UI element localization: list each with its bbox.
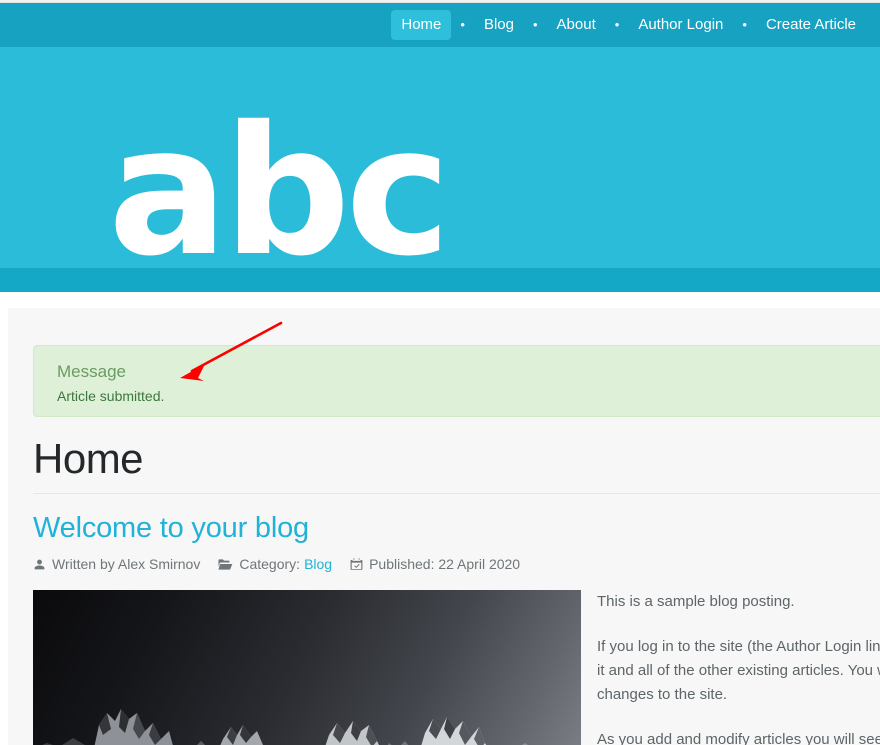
article-paragraph-2: If you log in to the site (the Author Lo… bbox=[597, 635, 880, 707]
thumbnail-peaks bbox=[42, 709, 573, 745]
calendar-check-icon bbox=[350, 557, 363, 571]
meta-author: Written by Alex Smirnov bbox=[33, 555, 200, 573]
nav-separator-3: • bbox=[606, 16, 629, 34]
bullet-separator-icon: • bbox=[742, 17, 747, 32]
user-icon bbox=[33, 558, 46, 571]
main-navigation: Home • Blog • About • Author Login • Cre… bbox=[0, 3, 880, 47]
nav-item-about: About bbox=[547, 10, 606, 40]
nav-link-create-article[interactable]: Create Article bbox=[756, 10, 866, 40]
article-metadata: Written by Alex Smirnov Category: Blog P… bbox=[33, 555, 538, 573]
page-title-divider bbox=[33, 493, 880, 494]
meta-published: Published: 22 April 2020 bbox=[350, 555, 520, 573]
site-logo[interactable]: abc bbox=[108, 103, 451, 269]
article-paragraph-1: This is a sample blog posting. bbox=[597, 593, 795, 610]
nav-list: Home • Blog • About • Author Login • Cre… bbox=[391, 3, 880, 47]
nav-separator-2: • bbox=[524, 16, 547, 34]
page-title: Home bbox=[33, 435, 144, 482]
site-banner: abc bbox=[0, 47, 880, 268]
banner-content-gap bbox=[0, 292, 880, 308]
meta-category-label: Category: bbox=[239, 556, 301, 572]
bullet-separator-icon: • bbox=[614, 17, 620, 32]
bullet-separator-icon: • bbox=[532, 17, 538, 32]
bullet-separator-icon: • bbox=[460, 17, 465, 32]
article-paragraph-3: As you add and modify articles you will … bbox=[597, 731, 880, 745]
nav-link-about[interactable]: About bbox=[547, 10, 606, 40]
alert-message-text: Article submitted. bbox=[57, 388, 165, 404]
nav-item-create-article: Create Article bbox=[756, 10, 866, 40]
paragraph-2-line-2: it and all of the other existing article… bbox=[597, 662, 880, 679]
nav-link-home[interactable]: Home bbox=[391, 10, 452, 40]
folder-open-icon bbox=[218, 558, 233, 571]
nav-link-blog[interactable]: Blog bbox=[474, 10, 524, 40]
meta-published-text: Published: 22 April 2020 bbox=[369, 556, 521, 572]
paragraph-2-line-1: If you log in to the site (the Author Lo… bbox=[597, 638, 880, 655]
paragraph-2-line-3: changes to the site. bbox=[597, 686, 728, 703]
article-title-link[interactable]: Welcome to your blog bbox=[33, 511, 309, 545]
nav-link-author-login[interactable]: Author Login bbox=[628, 10, 733, 40]
meta-author-text: Written by Alex Smirnov bbox=[52, 556, 201, 572]
nav-item-home: Home bbox=[391, 10, 452, 40]
nav-item-blog: Blog bbox=[474, 10, 524, 40]
nav-item-author-login: Author Login bbox=[628, 10, 733, 40]
main-content: Message Article submitted. Home Welcome … bbox=[8, 308, 880, 745]
alert-title: Message bbox=[57, 362, 126, 381]
nav-separator-1: • bbox=[451, 16, 474, 34]
browser-viewport: Home • Blog • About • Author Login • Cre… bbox=[0, 0, 880, 745]
banner-footer-strip bbox=[0, 268, 880, 292]
nav-separator-4: • bbox=[733, 16, 756, 34]
meta-category-link[interactable]: Blog bbox=[304, 555, 332, 573]
meta-category: Category: Blog bbox=[218, 555, 332, 573]
system-message-alert: Message Article submitted. bbox=[33, 345, 880, 417]
article-paragraphs: This is a sample blog posting. If you lo… bbox=[597, 590, 880, 745]
article-thumbnail-image[interactable] bbox=[33, 590, 581, 745]
